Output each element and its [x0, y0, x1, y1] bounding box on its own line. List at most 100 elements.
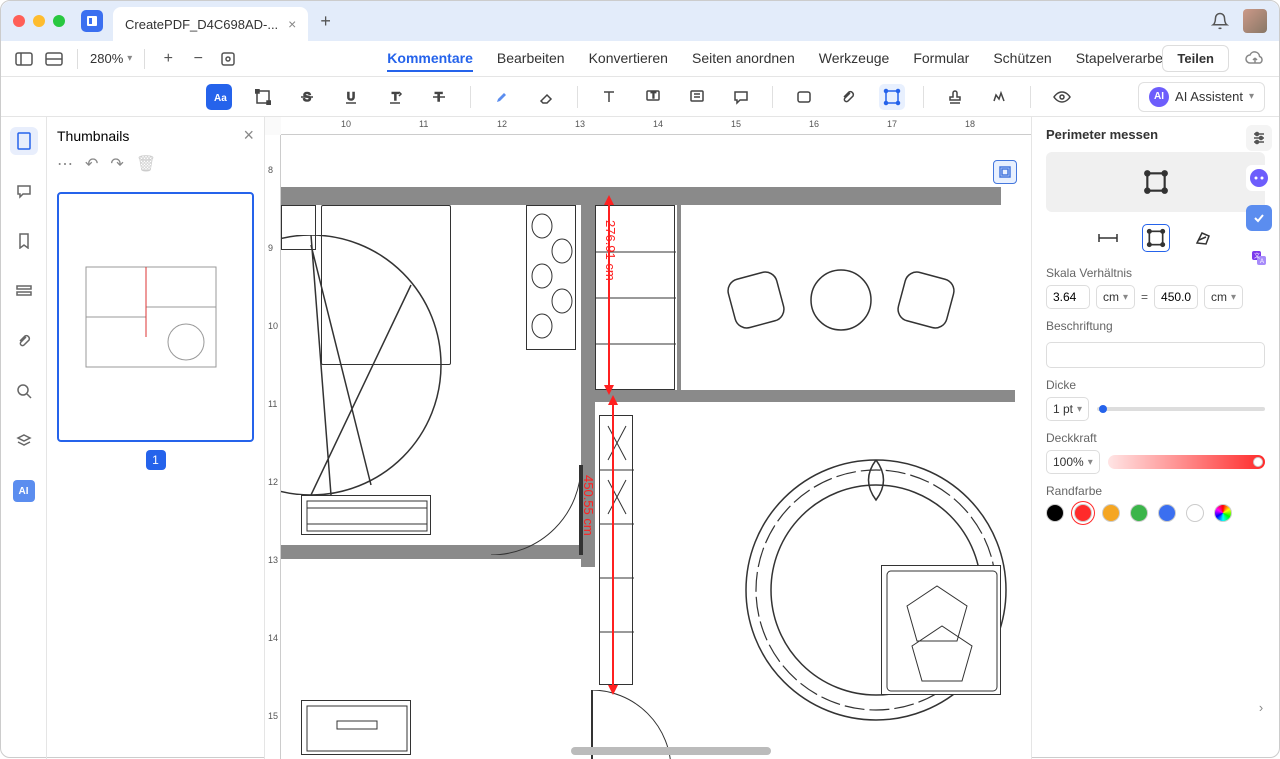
ai-tab-icon[interactable]: AI	[10, 477, 38, 505]
menu-schuetzen[interactable]: Schützen	[993, 46, 1051, 72]
hide-annotations-tool[interactable]	[1049, 84, 1075, 110]
close-window[interactable]	[13, 15, 25, 27]
document-canvas[interactable]: 10 11 12 13 14 15 16 17 18 8 9 10 11 12 …	[265, 117, 1031, 759]
caption-input[interactable]	[1046, 342, 1265, 368]
maximize-window[interactable]	[53, 15, 65, 27]
color-red[interactable]	[1074, 504, 1092, 522]
ai-assistant-button[interactable]: AI AI Assistent ▾	[1138, 82, 1265, 112]
thickness-label: Dicke	[1046, 378, 1265, 392]
measure-perimeter-mode[interactable]	[1142, 224, 1170, 252]
bookmarks-tab-icon[interactable]	[10, 227, 38, 255]
replace-text-tool[interactable]: T	[426, 84, 452, 110]
measurement-2[interactable]	[601, 395, 625, 695]
scale-from-unit[interactable]: cm▾	[1096, 285, 1135, 309]
tab-close-icon[interactable]: ×	[288, 16, 296, 32]
comment-tool[interactable]	[728, 84, 754, 110]
user-avatar[interactable]	[1243, 9, 1267, 33]
thumbnails-more-icon[interactable]: ⋯	[57, 154, 73, 174]
zoom-in-icon[interactable]: +	[157, 48, 179, 70]
color-orange[interactable]	[1102, 504, 1120, 522]
caption-label: Beschriftung	[1046, 319, 1265, 333]
svg-text:A: A	[1260, 259, 1264, 265]
thumbnail-page-number: 1	[146, 450, 166, 470]
fields-tab-icon[interactable]	[10, 277, 38, 305]
highlighter-tool[interactable]	[489, 84, 515, 110]
wall	[677, 187, 681, 390]
menu-seiten-anordnen[interactable]: Seiten anordnen	[692, 46, 795, 72]
measure-area-mode[interactable]	[1190, 224, 1218, 252]
menu-konvertieren[interactable]: Konvertieren	[589, 46, 668, 72]
main-area: AI Thumbnails × ⋯ ↶ ↷ 🗑 1 10 11	[1, 117, 1279, 759]
titlebar: CreatePDF_D4C698AD-... × +	[1, 1, 1279, 41]
panel-expand-icon[interactable]: ›	[1249, 695, 1273, 719]
color-blue[interactable]	[1158, 504, 1176, 522]
opacity-slider[interactable]	[1108, 455, 1265, 469]
thickness-select[interactable]: 1 pt▾	[1046, 397, 1089, 421]
scale-from-input[interactable]	[1046, 285, 1090, 309]
underline-tool[interactable]: U	[338, 84, 364, 110]
fit-page-icon[interactable]	[217, 48, 239, 70]
translate-icon[interactable]: 文A	[1246, 245, 1272, 271]
search-tab-icon[interactable]	[10, 377, 38, 405]
thumbnails-title: Thumbnails	[57, 128, 129, 144]
eraser-tool[interactable]	[533, 84, 559, 110]
callout-tool[interactable]: T	[640, 84, 666, 110]
opacity-label: Deckkraft	[1046, 431, 1265, 445]
scale-to-unit[interactable]: cm▾	[1204, 285, 1243, 309]
zoom-out-icon[interactable]: −	[187, 48, 209, 70]
document-tab[interactable]: CreatePDF_D4C698AD-... ×	[113, 7, 308, 41]
notifications-icon[interactable]	[1211, 12, 1229, 30]
thumbnails-panel: Thumbnails × ⋯ ↶ ↷ 🗑 1	[47, 117, 265, 759]
color-black[interactable]	[1046, 504, 1064, 522]
menu-formular[interactable]: Formular	[913, 46, 969, 72]
page-settings-icon[interactable]	[993, 160, 1017, 184]
properties-toggle-icon[interactable]	[1246, 125, 1272, 151]
page-thumbnail-1[interactable]	[57, 192, 254, 442]
layers-tab-icon[interactable]	[10, 427, 38, 455]
text-box-tool[interactable]	[596, 84, 622, 110]
ai-chat-icon[interactable]	[1246, 165, 1272, 191]
color-custom[interactable]	[1214, 504, 1232, 522]
svg-text:T: T	[392, 91, 399, 103]
attachments-tab-icon[interactable]	[10, 327, 38, 355]
rotate-right-icon[interactable]: ↷	[110, 154, 123, 174]
delete-page-icon[interactable]: 🗑	[136, 154, 156, 174]
rotate-left-icon[interactable]: ↶	[85, 154, 98, 174]
measure-tool[interactable]	[879, 84, 905, 110]
opacity-select[interactable]: 100%▾	[1046, 450, 1100, 474]
top-toolbar: 280% ▾ + − Kommentare Bearbeiten Konvert…	[1, 41, 1279, 77]
cloud-upload-icon[interactable]	[1245, 51, 1265, 67]
sidebar-toggle-icon[interactable]	[13, 48, 35, 70]
scale-to-input[interactable]	[1154, 285, 1198, 309]
area-highlight-tool[interactable]	[250, 84, 276, 110]
thickness-slider[interactable]	[1097, 407, 1265, 411]
wall	[595, 390, 1015, 402]
vertical-ruler: 8 9 10 11 12 13 14 15	[265, 135, 281, 759]
caret-tool[interactable]: T	[382, 84, 408, 110]
menu-werkzeuge[interactable]: Werkzeuge	[819, 46, 890, 72]
strikethrough-tool[interactable]: S	[294, 84, 320, 110]
measure-distance-mode[interactable]	[1094, 224, 1122, 252]
right-sidebar: 文A	[1243, 125, 1275, 271]
menu-kommentare[interactable]: Kommentare	[387, 46, 473, 72]
minimize-window[interactable]	[33, 15, 45, 27]
signature-tool[interactable]	[986, 84, 1012, 110]
thumbnails-close-icon[interactable]: ×	[243, 125, 254, 146]
tab-add-button[interactable]: +	[320, 11, 331, 32]
color-green[interactable]	[1130, 504, 1148, 522]
menu-bearbeiten[interactable]: Bearbeiten	[497, 46, 565, 72]
stamp-tool[interactable]	[942, 84, 968, 110]
thumbnails-tab-icon[interactable]	[10, 127, 38, 155]
rectangle-tool[interactable]	[791, 84, 817, 110]
horizontal-scrollbar[interactable]	[571, 747, 771, 755]
check-icon[interactable]	[1246, 205, 1272, 231]
furniture-dresser	[301, 700, 411, 755]
comments-tab-icon[interactable]	[10, 177, 38, 205]
zoom-select[interactable]: 280% ▾	[90, 51, 132, 66]
text-annotation-tool[interactable]: Aa	[206, 84, 232, 110]
attachment-tool[interactable]	[835, 84, 861, 110]
color-white[interactable]	[1186, 504, 1204, 522]
share-button[interactable]: Teilen	[1162, 45, 1229, 72]
note-tool[interactable]	[684, 84, 710, 110]
panel-toggle-icon[interactable]	[43, 48, 65, 70]
